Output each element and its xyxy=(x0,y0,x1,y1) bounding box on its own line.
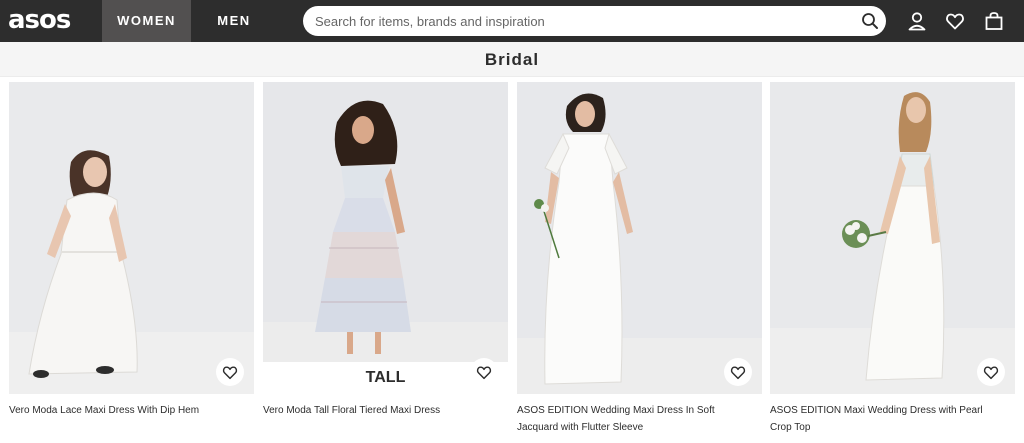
tab-men[interactable]: MEN xyxy=(191,0,277,42)
save-for-later-button[interactable] xyxy=(216,358,244,386)
save-for-later-button[interactable] xyxy=(724,358,752,386)
product-image[interactable] xyxy=(770,82,1015,394)
search-icon[interactable] xyxy=(860,11,880,31)
bag-icon[interactable] xyxy=(983,10,1005,32)
product-image[interactable] xyxy=(9,82,254,394)
category-header: Bridal xyxy=(0,42,1024,77)
tab-women[interactable]: WOMEN xyxy=(102,0,191,42)
product-image[interactable]: TALL xyxy=(263,82,508,394)
top-navigation-bar: asos WOMEN MEN xyxy=(0,0,1024,42)
product-title[interactable]: Vero Moda Lace Maxi Dress With Dip Hem xyxy=(9,402,239,419)
search-bar xyxy=(303,6,886,36)
product-title[interactable]: ASOS EDITION Maxi Wedding Dress with Pea… xyxy=(770,402,1000,436)
product-image[interactable] xyxy=(517,82,762,394)
save-for-later-button[interactable] xyxy=(977,358,1005,386)
product-title[interactable]: ASOS EDITION Wedding Maxi Dress In Soft … xyxy=(517,402,747,436)
heart-icon[interactable] xyxy=(944,10,966,32)
search-input[interactable] xyxy=(315,6,855,36)
page-title: Bridal xyxy=(484,50,540,69)
product-title[interactable]: Vero Moda Tall Floral Tiered Maxi Dress xyxy=(263,402,493,419)
account-icon[interactable] xyxy=(906,10,928,32)
asos-logo[interactable]: asos xyxy=(8,6,71,34)
save-for-later-button[interactable] xyxy=(470,358,498,386)
